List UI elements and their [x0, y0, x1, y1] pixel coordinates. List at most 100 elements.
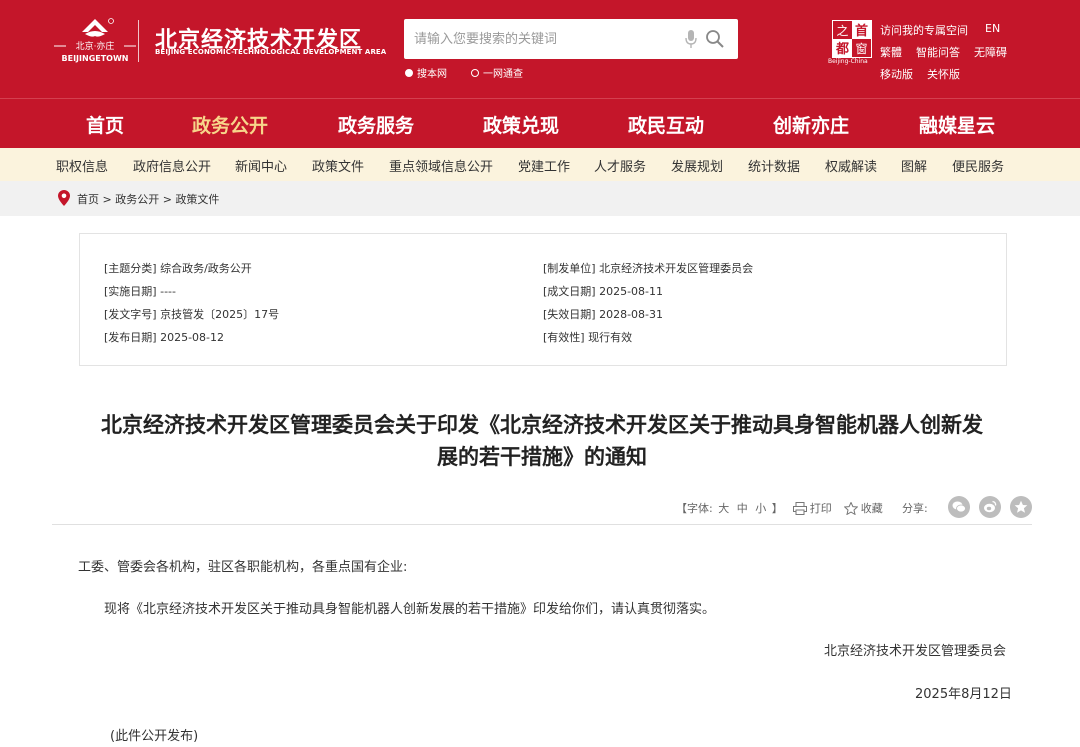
document-metadata: [主题分类] 综合政务/政务公开 [实施日期] ---- [发文字号] 京技管发…	[79, 233, 1007, 366]
sub-nav-item[interactable]: 发展规划	[671, 156, 723, 175]
sub-nav-item[interactable]: 便民服务	[952, 156, 1004, 175]
article-toolbar: 【字体: 大 中 小 】 打印 收藏	[676, 498, 895, 518]
meta-value: 现行有效	[588, 331, 632, 344]
logo-divider	[138, 20, 139, 62]
capital-logo-char: 之	[836, 24, 848, 38]
article-note: (此件公开发布)	[110, 725, 198, 744]
meta-label: [发文字号]	[104, 308, 157, 321]
meta-value: 北京经济技术开发区管理委员会	[599, 262, 753, 275]
sub-nav-item[interactable]: 党建工作	[518, 156, 570, 175]
sub-nav-item[interactable]: 人才服务	[594, 156, 646, 175]
meta-value: 京技管发〔2025〕17号	[160, 308, 279, 321]
sub-nav-item[interactable]: 图解	[901, 156, 927, 175]
weibo-share-button[interactable]	[979, 496, 1001, 518]
main-nav-home[interactable]: 首页	[86, 111, 124, 138]
divider	[52, 524, 1032, 525]
meta-label: [制发单位]	[543, 262, 596, 275]
font-size-medium-button[interactable]: 中	[737, 502, 748, 515]
search-option-all[interactable]: 一网通查	[471, 65, 523, 80]
site-header: 北京·亦庄 BEIJINGETOWN 北京经济技术开发区 BEIJING ECO…	[0, 0, 1080, 98]
capital-logo-char: 窗	[855, 42, 867, 56]
search-option-label: 搜本网	[417, 65, 447, 80]
beijing-etown-logo[interactable]: 北京·亦庄 BEIJINGETOWN	[52, 16, 138, 64]
weibo-icon	[983, 500, 997, 514]
search-option-site[interactable]: 搜本网	[405, 65, 447, 80]
article-title-line: 北京经济技术开发区管理委员会关于印发《北京经济技术开发区关于推动具身智能机器人创…	[52, 409, 1032, 441]
meta-label: [有效性]	[543, 331, 585, 344]
sub-nav-item[interactable]: 职权信息	[56, 156, 108, 175]
meta-document-number: [发文字号] 京技管发〔2025〕17号	[104, 306, 279, 322]
breadcrumb-policy-documents[interactable]: 政策文件	[175, 193, 219, 206]
meta-topic: [主题分类] 综合政务/政务公开	[104, 260, 252, 276]
search-option-label: 一网通查	[483, 65, 523, 80]
main-nav-innovation[interactable]: 创新亦庄	[773, 111, 849, 138]
sub-nav-item[interactable]: 政府信息公开	[133, 156, 211, 175]
favorite-button[interactable]: 收藏	[844, 500, 883, 516]
meta-value: 2028-08-31	[599, 308, 663, 321]
sub-nav: 职权信息 政府信息公开 新闻中心 政策文件 重点领域信息公开 党建工作 人才服务…	[0, 148, 1080, 181]
elder-care-version-link[interactable]: 关怀版	[927, 66, 960, 82]
meta-expiry-date: [失效日期] 2028-08-31	[543, 306, 663, 322]
accessibility-link[interactable]: 无障碍	[974, 44, 1007, 60]
breadcrumb-government-affairs[interactable]: 政务公开	[115, 193, 159, 206]
meta-validity: [有效性] 现行有效	[543, 329, 632, 345]
main-nav-interaction[interactable]: 政民互动	[628, 111, 704, 138]
main-nav-government-affairs[interactable]: 政务公开	[192, 111, 268, 138]
sub-nav-item[interactable]: 政策文件	[312, 156, 364, 175]
meta-label: [成文日期]	[543, 285, 596, 298]
meta-label: [失效日期]	[543, 308, 596, 321]
star-outline-icon	[844, 502, 858, 515]
wechat-share-button[interactable]	[948, 496, 970, 518]
mobile-version-link[interactable]: 移动版	[880, 66, 913, 82]
main-nav-media[interactable]: 融媒星云	[919, 111, 995, 138]
main-nav: 首页 政务公开 政务服务 政策兑现 政民互动 创新亦庄 融媒星云	[0, 98, 1080, 148]
breadcrumb-trail: 首页 > 政务公开 > 政策文件	[77, 191, 219, 207]
traditional-chinese-link[interactable]: 繁體	[880, 44, 902, 60]
sub-nav-item[interactable]: 新闻中心	[235, 156, 287, 175]
microphone-icon[interactable]	[684, 29, 698, 49]
share-label: 分享:	[902, 500, 928, 516]
radio-selected-icon	[405, 69, 413, 77]
search-icon[interactable]	[705, 29, 725, 49]
main-nav-services[interactable]: 政务服务	[338, 111, 414, 138]
breadcrumb-separator: >	[163, 193, 176, 206]
location-pin-icon	[58, 190, 70, 206]
logo-text-bottom: BEIJINGETOWN	[62, 54, 129, 63]
print-button[interactable]: 打印	[793, 500, 832, 516]
breadcrumb: 首页 > 政务公开 > 政策文件	[0, 181, 1080, 216]
meta-label: [发布日期]	[104, 331, 157, 344]
breadcrumb-separator: >	[103, 193, 116, 206]
site-subtitle: BEIJING ECONOMIC-TECHNOLOGICAL DEVELOPME…	[155, 48, 386, 56]
wechat-icon	[952, 500, 966, 514]
font-size-large-button[interactable]: 大	[718, 502, 729, 515]
my-space-link[interactable]: 访问我的专属空间	[880, 22, 968, 38]
meta-label: [主题分类]	[104, 262, 157, 275]
breadcrumb-home[interactable]: 首页	[77, 193, 99, 206]
search-input[interactable]	[404, 19, 674, 59]
english-link[interactable]: EN	[985, 22, 1000, 35]
sub-nav-item[interactable]: 权威解读	[825, 156, 877, 175]
article-salutation: 工委、管委会各机构，驻区各职能机构，各重点国有企业:	[78, 556, 407, 575]
font-size-small-button[interactable]: 小	[755, 502, 766, 515]
meta-effective-date: [实施日期] ----	[104, 283, 176, 299]
meta-value: 2025-08-12	[160, 331, 224, 344]
sub-nav-item[interactable]: 重点领域信息公开	[389, 156, 493, 175]
print-label: 打印	[810, 500, 832, 516]
capital-caption: Beijing-China	[828, 58, 868, 65]
sub-nav-item[interactable]: 统计数据	[748, 156, 800, 175]
meta-value: 2025-08-11	[599, 285, 663, 298]
smart-qa-link[interactable]: 智能问答	[916, 44, 960, 60]
meta-value: ----	[160, 285, 176, 298]
font-size-label-end: 】	[772, 502, 783, 515]
article-body-paragraph: 现将《北京经济技术开发区关于推动具身智能机器人创新发展的若干措施》印发给你们，请…	[104, 598, 715, 617]
radio-unselected-icon	[471, 69, 479, 77]
favorite-share-button[interactable]	[1010, 496, 1032, 518]
capital-logo-char: 都	[835, 41, 849, 57]
meta-value: 综合政务/政务公开	[160, 262, 252, 275]
main-nav-policy-redemption[interactable]: 政策兑现	[483, 111, 559, 138]
capital-logo-char: 首	[855, 23, 868, 39]
star-icon	[1014, 500, 1028, 514]
article-date: 2025年8月12日	[915, 683, 1012, 702]
meta-label: [实施日期]	[104, 285, 157, 298]
article-title: 北京经济技术开发区管理委员会关于印发《北京经济技术开发区关于推动具身智能机器人创…	[52, 409, 1032, 473]
